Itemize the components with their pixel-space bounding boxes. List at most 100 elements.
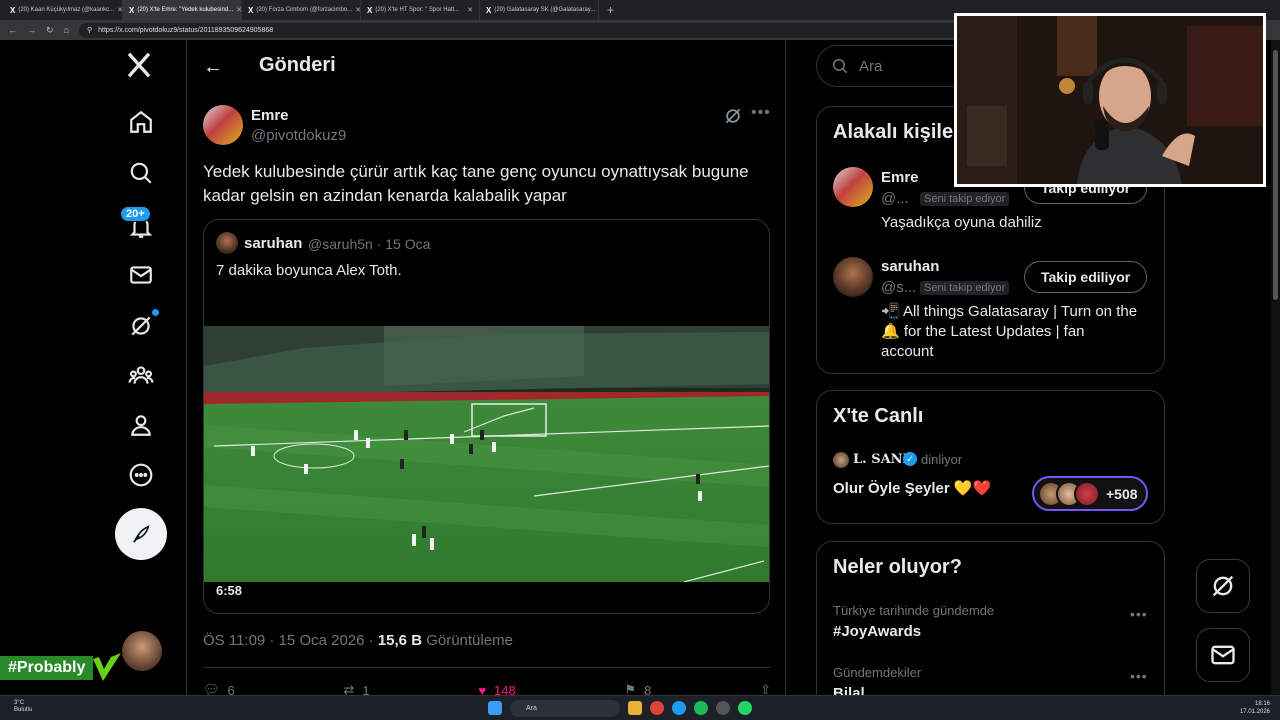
browser-tab[interactable]: X (20) X'te HT Spor: " Spor Hatt... ✕ <box>361 0 480 20</box>
stream-tag: #Probably <box>0 653 123 681</box>
divider <box>203 667 771 668</box>
card-title: Alakalı kişiler <box>833 121 961 143</box>
person-bio: account <box>881 343 934 360</box>
whatsapp-icon[interactable] <box>738 701 752 715</box>
card-title: Neler oluyor? <box>833 556 962 578</box>
grok-icon[interactable] <box>723 106 743 126</box>
author-name[interactable]: Emre <box>251 107 289 124</box>
person-handle: @... <box>881 190 909 207</box>
author-handle[interactable]: @pivotdokuz9 <box>251 127 346 144</box>
host-status: dinliyor <box>921 452 963 467</box>
close-icon[interactable]: ✕ <box>598 6 599 14</box>
page-header: ← Gönderi <box>187 40 785 93</box>
close-icon[interactable]: ✕ <box>467 6 473 14</box>
views-count: 15,6 B <box>377 632 423 649</box>
space-listeners-pill[interactable]: +508 <box>1032 476 1148 511</box>
grok-fab-button[interactable] <box>1196 559 1250 613</box>
x-logo-icon: X <box>367 5 373 15</box>
webcam-frame <box>957 16 1263 184</box>
x-logo-icon[interactable] <box>124 50 158 84</box>
trend-context: Türkiye tarihinde gündemde <box>833 603 995 618</box>
search-icon[interactable] <box>124 156 158 190</box>
steam-icon[interactable] <box>716 701 730 715</box>
follows-you-badge: Seni takip ediyor <box>920 192 1010 206</box>
video-frame <box>204 326 769 582</box>
edge-icon[interactable] <box>672 701 686 715</box>
site-info-icon[interactable]: ⚲ <box>87 26 92 34</box>
video-duration: 6:58 <box>216 583 243 598</box>
follows-you-badge: Seni takip ediyor <box>920 281 1010 295</box>
trend-context: Gündemdekiler <box>833 665 922 680</box>
page-scrollbar[interactable] <box>1271 40 1280 695</box>
x-logo-icon: X <box>486 5 492 15</box>
spotify-icon[interactable] <box>694 701 708 715</box>
forward-icon[interactable]: → <box>27 25 36 35</box>
communities-icon[interactable] <box>124 358 158 392</box>
new-tab-icon[interactable]: + <box>607 3 614 17</box>
author-avatar[interactable] <box>203 105 243 145</box>
file-explorer-icon[interactable] <box>628 701 642 715</box>
windows-start-icon[interactable] <box>488 701 502 715</box>
quoted-tweet[interactable]: saruhan @saruh5n · 15 Oca 7 dakika boyun… <box>203 219 770 614</box>
back-arrow-icon[interactable]: ← <box>203 56 223 79</box>
person-name[interactable]: Emre <box>881 169 919 186</box>
tweet-timestamp: ÖS 11:09 · 15 Oca 2026 · 15,6 B Görüntül… <box>203 632 513 649</box>
more-icon[interactable]: ••• <box>751 104 771 122</box>
grok-icon <box>1212 575 1234 597</box>
tweet-text: Yedek kulubesinde çürür artık kaç tane g… <box>203 162 749 205</box>
browser-tab[interactable]: X (20) Kaan Küçükyılmaz (@kaankc... ✕ <box>4 0 123 20</box>
person-bio: 📲 All things Galatasaray | Turn on the <box>881 303 1138 320</box>
windows-taskbar: 3°C Bulutlu Ara 18:16 17.01.2026 <box>0 695 1280 720</box>
main-column: ← Gönderi Emre @pivotdokuz9 ••• Yedek ku… <box>186 40 786 698</box>
url-field[interactable]: ⚲ https://x.com/pivotdokuz9/status/201189… <box>78 22 959 38</box>
taskbar-search[interactable]: Ara <box>510 700 620 717</box>
back-icon[interactable]: ← <box>8 25 17 35</box>
hashtag-label: #Probably <box>0 656 94 680</box>
system-tray-clock[interactable]: 18:16 17.01.2026 <box>1240 700 1270 716</box>
account-avatar[interactable] <box>122 631 162 671</box>
feather-icon <box>133 525 150 543</box>
home-icon[interactable]: ⌂ <box>64 25 69 35</box>
compose-post-button[interactable] <box>115 508 167 560</box>
video-player[interactable] <box>204 326 769 582</box>
person-name[interactable]: saruhan <box>881 258 939 275</box>
more-options-icon[interactable] <box>124 458 158 492</box>
taskbar-pinned <box>628 701 752 715</box>
host-avatar <box>833 452 849 468</box>
x-logo-icon: X <box>129 5 135 15</box>
following-button[interactable]: Takip ediliyor <box>1024 261 1148 293</box>
browser-tab[interactable]: X(20) Galatasaray SK (@Galatasaray...✕ <box>480 0 599 20</box>
reload-icon[interactable]: ↻ <box>46 25 54 36</box>
browser-tab[interactable]: X (20) Forza Cimbom (@forzacimbo... ✕ <box>242 0 361 20</box>
quote-avatar <box>216 232 238 254</box>
scroll-thumb[interactable] <box>1273 50 1278 300</box>
quote-text: 7 dakika boyunca Alex Toth. <box>216 262 402 279</box>
webcam-overlay <box>954 13 1266 187</box>
avatar[interactable] <box>833 167 873 207</box>
page-title: Gönderi <box>259 54 336 76</box>
trend-name[interactable]: #JoyAwards <box>833 623 921 640</box>
person-handle: @s... <box>881 279 917 296</box>
profile-icon[interactable] <box>124 408 158 442</box>
messages-fab-button[interactable] <box>1196 628 1250 682</box>
quote-meta: @saruh5n · 15 Oca <box>308 236 431 252</box>
avatar[interactable] <box>833 257 873 297</box>
person-bio: Yaşadıkça oyuna dahiliz <box>881 214 1042 231</box>
unread-dot <box>152 309 159 316</box>
chrome-icon[interactable] <box>650 701 664 715</box>
more-icon[interactable]: ••• <box>1130 668 1148 684</box>
more-icon[interactable]: ••• <box>1130 606 1148 622</box>
browser-tab-active[interactable]: X (20) X'te Emre: "Yedek kulubesind... ✕ <box>123 0 242 20</box>
quote-author-name: saruhan <box>244 235 303 252</box>
notification-badge: 20+ <box>120 206 151 222</box>
checkmark-icon <box>93 653 122 681</box>
home-icon[interactable] <box>124 105 158 139</box>
space-title: Olur Öyle Şeyler 💛❤️ <box>833 480 992 497</box>
x-logo-icon: X <box>248 5 254 15</box>
mail-icon <box>1211 645 1235 665</box>
listener-avatar <box>1074 480 1100 507</box>
x-logo-icon: X <box>10 5 16 15</box>
weather-widget[interactable]: 3°C Bulutlu <box>14 700 32 714</box>
mail-icon[interactable] <box>124 258 158 292</box>
person-bio: 🔔 for the Latest Updates | fan <box>881 323 1085 340</box>
